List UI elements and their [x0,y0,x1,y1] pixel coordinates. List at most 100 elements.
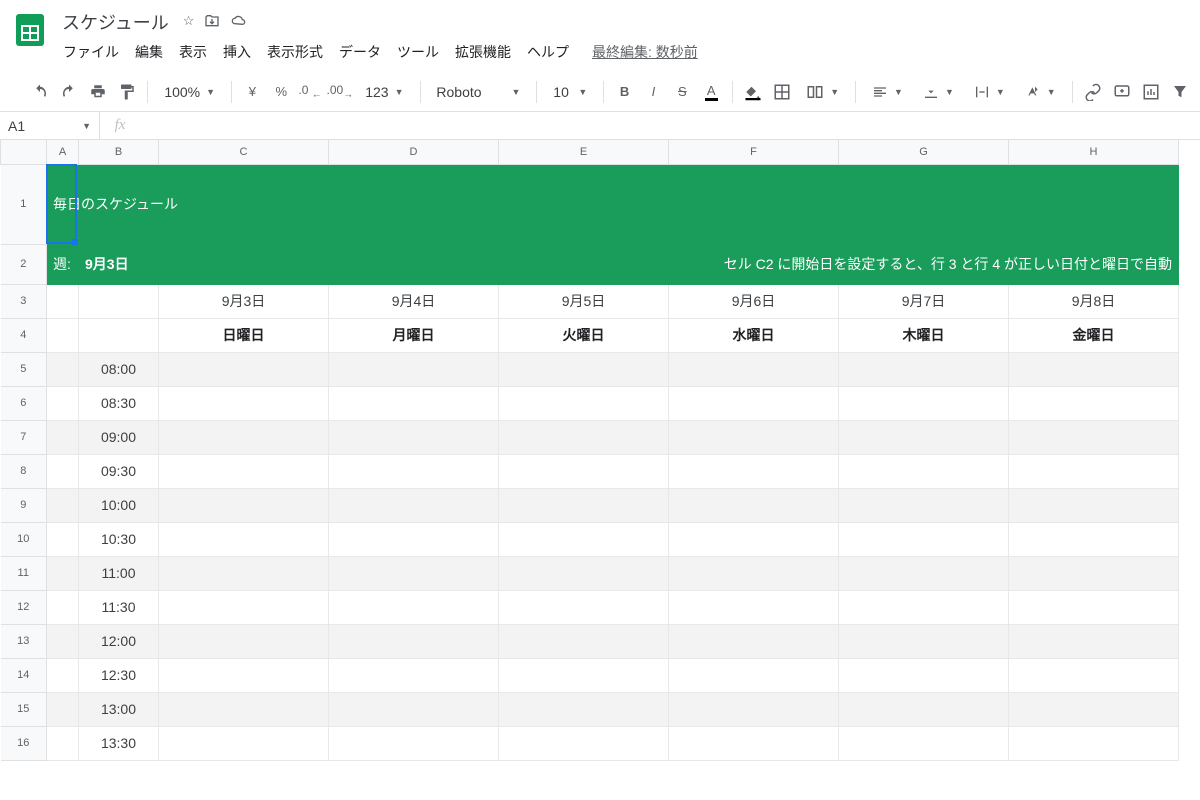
row-header[interactable]: 8 [1,454,47,488]
schedule-cell[interactable] [499,454,669,488]
schedule-cell[interactable] [159,488,329,522]
menu-format[interactable]: 表示形式 [260,38,330,66]
insert-comment-button[interactable] [1109,78,1134,106]
schedule-cell[interactable] [839,624,1009,658]
week-date[interactable]: 9月3日 [79,244,159,284]
schedule-cell[interactable] [839,522,1009,556]
v-align-button[interactable]: ▼ [915,79,962,105]
schedule-cell[interactable] [329,726,499,760]
schedule-cell[interactable] [499,522,669,556]
schedule-cell[interactable] [669,386,839,420]
redo-button[interactable] [57,78,82,106]
format-currency-button[interactable]: ¥ [240,78,265,106]
time-label[interactable]: 10:30 [79,522,159,556]
text-wrap-button[interactable]: ▼ [966,79,1013,105]
formula-bar[interactable] [140,112,1200,139]
col-header[interactable]: F [669,140,839,164]
row-header[interactable]: 13 [1,624,47,658]
day-header[interactable]: 木曜日 [839,318,1009,352]
schedule-cell[interactable] [499,624,669,658]
day-header[interactable]: 月曜日 [329,318,499,352]
row-header[interactable]: 6 [1,386,47,420]
schedule-cell[interactable] [499,658,669,692]
increase-decimal-button[interactable]: .00→ [327,78,354,106]
schedule-cell[interactable] [329,454,499,488]
schedule-cell[interactable] [329,624,499,658]
col-header[interactable]: G [839,140,1009,164]
zoom-select[interactable]: 100%▼ [156,79,223,105]
merge-cells-button[interactable]: ▼ [798,79,847,105]
bold-button[interactable]: B [612,78,637,106]
schedule-cell[interactable] [159,590,329,624]
time-label[interactable]: 09:00 [79,420,159,454]
font-size-select[interactable]: 10▼ [545,79,595,105]
schedule-cell[interactable] [329,488,499,522]
spreadsheet-grid[interactable]: A B C D E F G H 1 毎日のスケジュール 2 週: 9月3日 セル… [0,140,1179,761]
schedule-cell[interactable] [499,692,669,726]
day-header[interactable]: 水曜日 [669,318,839,352]
schedule-cell[interactable] [839,658,1009,692]
text-rotation-button[interactable]: ▼ [1017,79,1064,105]
schedule-cell[interactable] [159,726,329,760]
time-label[interactable]: 09:30 [79,454,159,488]
sheets-logo[interactable] [8,8,48,48]
schedule-cell[interactable] [669,522,839,556]
time-label[interactable]: 13:30 [79,726,159,760]
schedule-cell[interactable] [159,556,329,590]
h-align-button[interactable]: ▼ [864,79,911,105]
schedule-cell[interactable] [159,420,329,454]
schedule-cell[interactable] [499,726,669,760]
schedule-cell[interactable] [839,454,1009,488]
schedule-cell[interactable] [669,556,839,590]
cloud-status-icon[interactable] [230,13,248,32]
day-header[interactable]: 金曜日 [1009,318,1179,352]
schedule-cell[interactable] [159,454,329,488]
schedule-cell[interactable] [499,488,669,522]
schedule-cell[interactable] [159,522,329,556]
date-header[interactable]: 9月4日 [329,284,499,318]
schedule-cell[interactable] [669,624,839,658]
schedule-cell[interactable] [839,726,1009,760]
schedule-cell[interactable] [1009,692,1179,726]
time-label[interactable]: 13:00 [79,692,159,726]
schedule-cell[interactable] [1009,488,1179,522]
time-label[interactable]: 11:30 [79,590,159,624]
schedule-cell[interactable] [839,352,1009,386]
move-icon[interactable] [204,13,220,32]
schedule-cell[interactable] [329,420,499,454]
row-header[interactable]: 4 [1,318,47,352]
row-header[interactable]: 14 [1,658,47,692]
schedule-cell[interactable] [329,658,499,692]
schedule-cell[interactable] [329,556,499,590]
schedule-cell[interactable] [669,488,839,522]
row-header[interactable]: 1 [1,164,47,244]
schedule-cell[interactable] [329,692,499,726]
menu-edit[interactable]: 編集 [128,38,170,66]
schedule-cell[interactable] [669,726,839,760]
paint-format-button[interactable] [115,78,140,106]
schedule-cell[interactable] [499,386,669,420]
row-header[interactable]: 7 [1,420,47,454]
schedule-cell[interactable] [499,352,669,386]
schedule-cell[interactable] [329,590,499,624]
schedule-cell[interactable] [159,352,329,386]
more-formats-select[interactable]: 123▼ [357,79,411,105]
menu-tools[interactable]: ツール [390,38,446,66]
time-label[interactable]: 11:00 [79,556,159,590]
schedule-cell[interactable] [669,454,839,488]
row-header[interactable]: 5 [1,352,47,386]
row-header[interactable]: 12 [1,590,47,624]
schedule-cell[interactable] [669,590,839,624]
schedule-cell[interactable] [1009,590,1179,624]
last-edit-link[interactable]: 最終編集: 数秒前 [592,42,698,62]
date-header[interactable]: 9月5日 [499,284,669,318]
decrease-decimal-button[interactable]: .0 ← [298,78,323,106]
undo-button[interactable] [28,78,53,106]
schedule-cell[interactable] [1009,386,1179,420]
row-header[interactable]: 15 [1,692,47,726]
schedule-cell[interactable] [839,488,1009,522]
schedule-cell[interactable] [839,692,1009,726]
schedule-cell[interactable] [1009,556,1179,590]
select-all-corner[interactable] [1,140,47,164]
star-icon[interactable]: ☆ [183,13,195,32]
